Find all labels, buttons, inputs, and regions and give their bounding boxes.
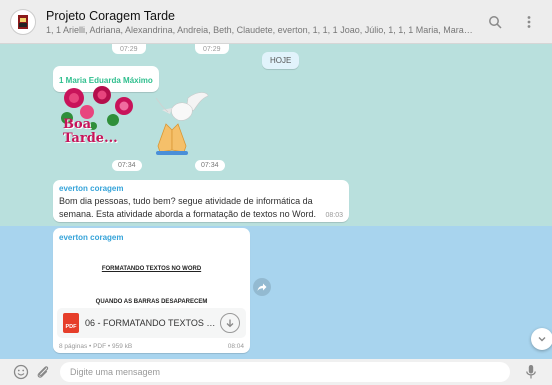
search-icon[interactable]: [482, 9, 508, 35]
download-button[interactable]: [220, 313, 240, 333]
chat-header-info[interactable]: Projeto Coragem Tarde 1, 1 Arielli, Adri…: [46, 9, 474, 35]
group-avatar[interactable]: [10, 8, 36, 35]
pdf-badge: PDF: [65, 324, 77, 330]
microphone-icon[interactable]: [520, 361, 542, 383]
group-members: 1, 1 Arielli, Adriana, Alexandrina, Andr…: [46, 24, 474, 35]
group-name: Projeto Coragem Tarde: [46, 8, 176, 23]
sticker-time: 07:34: [195, 160, 225, 171]
group-logo-icon: [18, 14, 28, 29]
download-arrow-icon: [226, 319, 234, 328]
previous-message-time: 07:29: [112, 44, 146, 54]
message-text: Bom dia pessoas, tudo bem? segue ativida…: [59, 196, 316, 219]
dove-praying-hands-icon: [155, 92, 209, 155]
document-preview-title: FORMATANDO TEXTOS NO WORD: [101, 266, 202, 272]
document-file-meta: 8 páginas • PDF • 959 kB: [59, 343, 133, 350]
date-divider: HOJE: [262, 52, 300, 69]
chevron-down-icon: [538, 337, 546, 342]
message-sender: everton coragem: [59, 184, 124, 193]
document-file-row[interactable]: PDF 06 - FORMATANDO TEXTOS NO ...: [57, 308, 246, 338]
forward-arrow-icon: [257, 283, 267, 291]
paperclip-icon[interactable]: [32, 361, 54, 383]
text-message-bubble[interactable]: everton coragem Bom dia pessoas, tudo be…: [53, 180, 349, 222]
pdf-file-icon: PDF: [63, 313, 79, 333]
document-file-name: 06 - FORMATANDO TEXTOS NO ...: [85, 318, 220, 328]
emoji-icon[interactable]: [10, 361, 32, 383]
sticker-boa-tarde[interactable]: Boa Tarde...: [57, 86, 137, 162]
message-time: 08:03: [325, 212, 343, 219]
message-time: 08:04: [227, 343, 244, 350]
chat-header[interactable]: Projeto Coragem Tarde 1, 1 Arielli, Adri…: [0, 0, 552, 44]
sticker-time: 07:34: [112, 160, 142, 171]
sticker-dove-prayer[interactable]: [148, 90, 210, 158]
kebab-menu-icon[interactable]: [516, 9, 542, 35]
message-sender: everton coragem: [59, 233, 124, 242]
message-sender: 1 Maria Eduarda Máximo: [59, 76, 153, 85]
scroll-to-bottom-button[interactable]: [531, 328, 552, 350]
document-message-bubble[interactable]: everton coragem FORMATANDO TEXTOS NO WOR…: [53, 228, 250, 353]
forward-button[interactable]: [253, 278, 271, 296]
message-input[interactable]: [60, 362, 510, 382]
message-composer: [0, 359, 552, 385]
chat-area[interactable]: 07:29 07:29 HOJE 1 Maria Eduarda Máximo …: [0, 44, 552, 359]
sticker-text: Boa Tarde...: [63, 117, 118, 146]
document-preview-subtitle: QUANDO AS BARRAS DESAPARECEM: [95, 299, 208, 305]
previous-message-time: 07:29: [195, 44, 229, 54]
document-preview[interactable]: FORMATANDO TEXTOS NO WORD QUANDO AS BARR…: [57, 248, 246, 308]
